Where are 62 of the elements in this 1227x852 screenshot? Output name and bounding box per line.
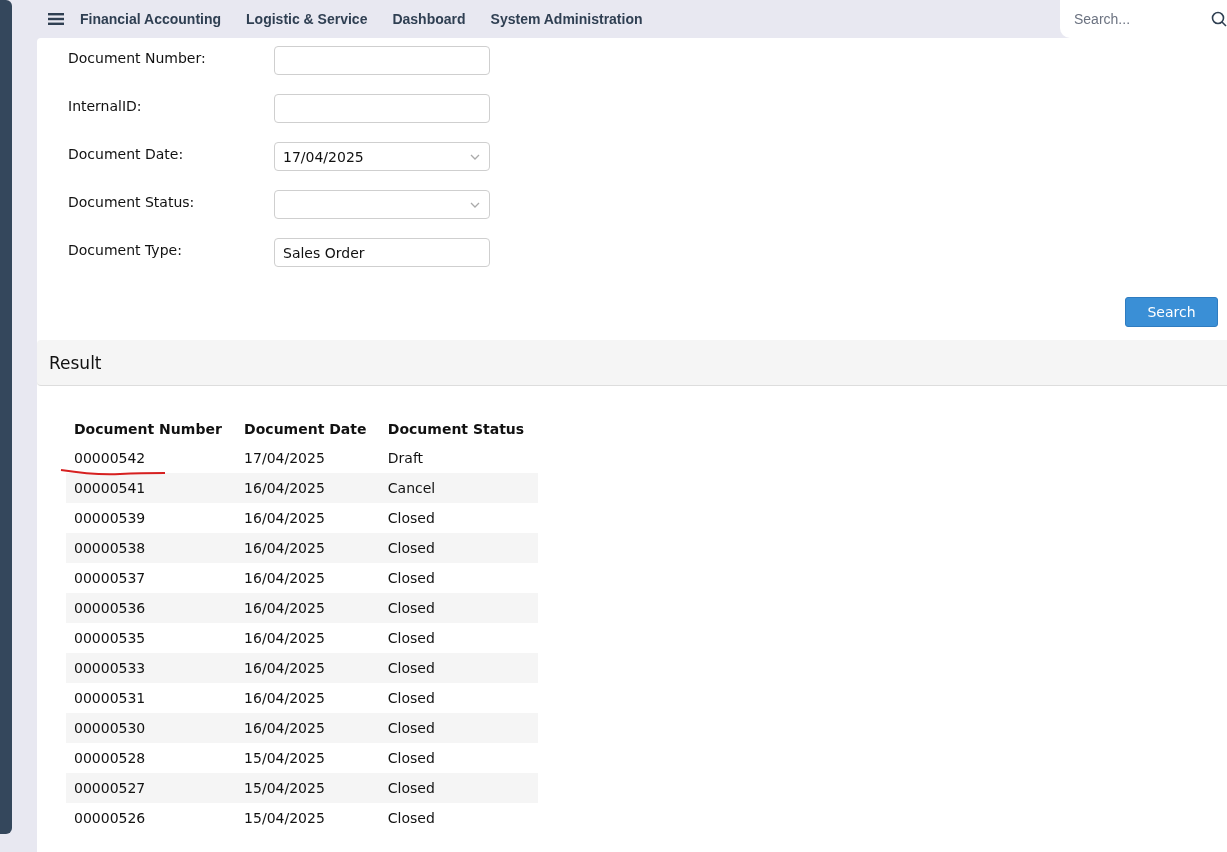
input-field[interactable]: Sales Order: [274, 238, 490, 267]
table-cell: Closed: [379, 773, 538, 803]
table-cell: Closed: [379, 653, 538, 683]
input-field[interactable]: [274, 46, 490, 75]
table-cell: 00000526: [66, 803, 237, 833]
table-cell: 00000535: [66, 623, 237, 653]
chevron-down-icon: [469, 200, 481, 209]
dropdown-field[interactable]: 17/04/2025: [274, 142, 490, 171]
table-cell: 15/04/2025: [236, 803, 380, 833]
table-cell: Closed: [379, 743, 538, 773]
field-label: Document Date:: [68, 145, 185, 164]
result-header: Result: [37, 340, 1227, 386]
table-cell: 16/04/2025: [236, 653, 380, 683]
input-field[interactable]: [274, 94, 490, 123]
table-cell: 00000542: [66, 443, 237, 473]
table-cell: Closed: [379, 593, 538, 623]
chevron-down-icon: [469, 152, 481, 161]
dropdown-field[interactable]: [274, 190, 490, 219]
table-cell: 16/04/2025: [236, 503, 380, 533]
table-cell: 00000531: [66, 683, 237, 713]
table-cell: 00000536: [66, 593, 237, 623]
nav-menu-item[interactable]: Logistic & Service: [246, 11, 368, 27]
table-cell: 00000528: [66, 743, 237, 773]
table-cell: 00000538: [66, 533, 237, 563]
table-cell: 16/04/2025: [236, 683, 380, 713]
table-cell: 00000527: [66, 773, 237, 803]
search-field[interactable]: Search...: [1060, 0, 1227, 38]
table-cell: 16/04/2025: [236, 623, 380, 653]
menu-icon[interactable]: [48, 13, 64, 25]
table-cell: Closed: [379, 503, 538, 533]
search-icon[interactable]: [1211, 11, 1227, 27]
table-cell: 15/04/2025: [236, 773, 380, 803]
column-header: Document Date: [243, 420, 368, 439]
table-cell: Closed: [379, 533, 538, 563]
table-cell: 16/04/2025: [236, 473, 380, 503]
field-label: InternalID:: [68, 97, 143, 116]
field-label: Document Number:: [68, 49, 207, 68]
nav-menu-item[interactable]: Dashboard: [392, 11, 466, 27]
table-cell: 00000541: [66, 473, 237, 503]
table-cell: Cancel: [379, 473, 538, 503]
table-cell: 17/04/2025: [236, 443, 380, 473]
field-label: Document Type:: [68, 241, 183, 260]
table-cell: 00000533: [66, 653, 237, 683]
table-cell: Closed: [379, 683, 538, 713]
nav-menu-item[interactable]: Financial Accounting: [80, 11, 222, 27]
table-cell: 15/04/2025: [236, 743, 380, 773]
table-cell: Draft: [379, 443, 538, 473]
field-label: Document Status:: [68, 193, 196, 212]
column-header: Document Number: [73, 420, 223, 439]
table-cell: 16/04/2025: [236, 713, 380, 743]
table-cell: Closed: [379, 713, 538, 743]
nav-menu-item[interactable]: System Administration: [490, 11, 643, 27]
table-cell: 00000539: [66, 503, 237, 533]
table-cell: Closed: [379, 563, 538, 593]
table-cell: 16/04/2025: [236, 563, 380, 593]
table-cell: 00000537: [66, 563, 237, 593]
table-cell: Closed: [379, 623, 538, 653]
column-header: Document Status: [386, 420, 526, 439]
table-cell: 16/04/2025: [236, 533, 380, 563]
table-cell: 00000530: [66, 713, 237, 743]
table-cell: Closed: [379, 803, 538, 833]
table-cell: 16/04/2025: [236, 593, 380, 623]
